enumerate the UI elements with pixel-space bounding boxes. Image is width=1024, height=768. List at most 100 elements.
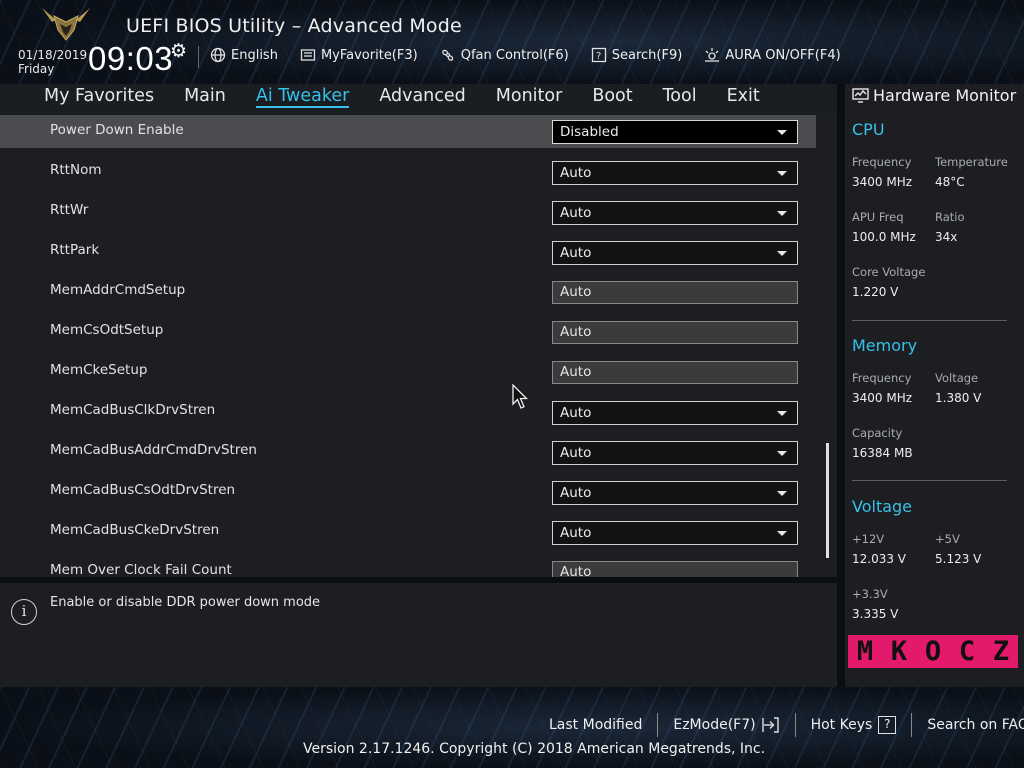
setting-row-memcadbusaddrcmddrvstren[interactable]: MemCadBusAddrCmdDrvStren Auto — [0, 435, 816, 475]
power-down-enable-dropdown[interactable]: Disabled — [552, 120, 798, 144]
mem-over-clock-fail-count-field[interactable]: Auto — [552, 561, 798, 577]
chevron-down-icon — [777, 130, 787, 135]
rttwr-dropdown[interactable]: Auto — [552, 201, 798, 225]
apu-freq-value: 100.0 MHz — [852, 230, 916, 244]
memcadbusclkdrvstren-dropdown[interactable]: Auto — [552, 401, 798, 425]
main-tab-bar: My Favorites Main Ai Tweaker Advanced Mo… — [0, 84, 837, 115]
memaddrcmdsetup-field[interactable]: Auto — [552, 281, 798, 304]
setting-row-power-down-enable[interactable]: Power Down Enable Disabled — [0, 115, 816, 148]
tab-my-favorites[interactable]: My Favorites — [44, 84, 154, 115]
tab-tool[interactable]: Tool — [663, 84, 697, 115]
setting-label: RttPark — [50, 242, 100, 258]
setting-row-memcsodtsetup[interactable]: MemCsOdtSetup Auto — [0, 315, 816, 355]
footer-divider — [794, 713, 796, 737]
ezmode-button[interactable]: EzMode(F7) — [673, 716, 779, 734]
memory-voltage-value: 1.380 V — [935, 391, 982, 405]
setting-row-mem-over-clock-fail-count[interactable]: Mem Over Clock Fail Count Auto — [0, 555, 816, 577]
memcadbuscsodtdrvstren-dropdown[interactable]: Auto — [552, 481, 798, 505]
memory-frequency-label: Frequency — [852, 371, 912, 385]
dropdown-value: Auto — [560, 485, 592, 501]
hot-keys-label: Hot Keys — [810, 717, 873, 733]
hardware-monitor-panel: Hardware Monitor CPU Frequency Temperatu… — [845, 84, 1024, 687]
setting-label: RttWr — [50, 202, 89, 218]
v5-label: +5V — [935, 532, 960, 546]
language-button[interactable]: English — [210, 47, 278, 63]
tab-main[interactable]: Main — [184, 84, 226, 115]
aura-toggle-button[interactable]: AURA ON/OFF(F4) — [704, 47, 841, 63]
core-voltage-value: 1.220 V — [852, 285, 899, 299]
watermark-letter: Z — [992, 636, 1010, 667]
help-key-icon: ? — [878, 716, 897, 734]
chevron-down-icon — [777, 411, 787, 416]
chevron-down-icon — [777, 491, 787, 496]
cpu-frequency-value: 3400 MHz — [852, 175, 913, 189]
rttnom-dropdown[interactable]: Auto — [552, 161, 798, 185]
chevron-down-icon — [777, 451, 787, 456]
myfavorite-label: MyFavorite(F3) — [320, 47, 418, 63]
memcadbuskedrvstren-dropdown[interactable]: Auto — [552, 521, 798, 545]
dropdown-value: Auto — [560, 245, 592, 261]
gear-icon[interactable]: ⚙ — [170, 40, 187, 62]
setting-label: MemCadBusAddrCmdDrvStren — [50, 442, 257, 458]
mouse-pointer-icon — [512, 384, 528, 409]
memcadbusaddrcmddrvstren-dropdown[interactable]: Auto — [552, 441, 798, 465]
tab-exit[interactable]: Exit — [727, 84, 760, 115]
hot-keys-button[interactable]: Hot Keys ? — [811, 716, 897, 734]
setting-row-memcadbuskedrvstren[interactable]: MemCadBusCkeDrvStren Auto — [0, 515, 816, 555]
setting-label: MemCadBusCkeDrvStren — [50, 522, 220, 538]
setting-label: MemAddrCmdSetup — [50, 282, 186, 298]
dropdown-value: Auto — [560, 205, 592, 221]
ratio-label: Ratio — [935, 210, 965, 224]
setting-row-memckesetup[interactable]: MemCkeSetup Auto — [0, 355, 816, 395]
help-text: Enable or disable DDR power down mode — [50, 595, 321, 610]
dropdown-value: Disabled — [560, 124, 619, 140]
footer-links: Last Modified EzMode(F7) Hot Keys ? Sear… — [549, 713, 1024, 737]
memcsodtsetup-field[interactable]: Auto — [552, 321, 798, 344]
capacity-label: Capacity — [852, 426, 903, 440]
setting-row-memcadbuscsodtdrvstren[interactable]: MemCadBusCsOdtDrvStren Auto — [0, 475, 816, 515]
cpu-temperature-value: 48°C — [935, 175, 965, 189]
hw-divider — [852, 480, 1007, 481]
date-display: 01/18/2019 Friday — [18, 48, 87, 76]
search-button[interactable]: ? Search(F9) — [591, 47, 682, 63]
v12-label: +12V — [852, 532, 885, 546]
last-modified-button[interactable]: Last Modified — [549, 717, 642, 733]
watermark-letter: O — [924, 636, 942, 667]
tab-ai-tweaker[interactable]: Ai Tweaker — [255, 84, 350, 108]
settings-panel: Power Down Enable Disabled RttNom Auto R… — [0, 115, 837, 577]
apu-freq-label: APU Freq — [852, 210, 904, 224]
setting-row-memaddrcmdsetup[interactable]: MemAddrCmdSetup Auto — [0, 275, 816, 315]
clock[interactable]: 09:03 — [88, 40, 173, 78]
hardware-monitor-title-text: Hardware Monitor — [873, 86, 1017, 105]
app-title: UEFI BIOS Utility – Advanced Mode — [126, 15, 462, 37]
rttpark-dropdown[interactable]: Auto — [552, 241, 798, 265]
settings-scrollbar[interactable] — [826, 443, 829, 558]
cpu-heading: CPU — [852, 120, 885, 139]
hw-divider — [852, 320, 1007, 321]
language-label: English — [231, 47, 278, 63]
setting-row-rttnom[interactable]: RttNom Auto — [0, 155, 816, 195]
setting-row-memcadbusclkdrvstren[interactable]: MemCadBusClkDrvStren Auto — [0, 395, 816, 435]
ratio-value: 34x — [935, 230, 958, 244]
ezmode-label: EzMode(F7) — [673, 717, 756, 733]
search-on-faq-button[interactable]: Search on FAQ — [927, 717, 1024, 733]
search-on-faq-label: Search on FAQ — [927, 717, 1024, 733]
tab-monitor[interactable]: Monitor — [496, 84, 563, 115]
header-divider — [198, 46, 199, 68]
version-text: Version 2.17.1246. Copyright (C) 2018 Am… — [303, 741, 766, 757]
memory-frequency-value: 3400 MHz — [852, 391, 913, 405]
tab-advanced[interactable]: Advanced — [379, 84, 465, 115]
setting-row-rttwr[interactable]: RttWr Auto — [0, 195, 816, 235]
myfavorite-button[interactable]: MyFavorite(F3) — [300, 47, 418, 63]
qfan-control-button[interactable]: Qfan Control(F6) — [440, 47, 569, 63]
memckesetup-field[interactable]: Auto — [552, 361, 798, 384]
last-modified-label: Last Modified — [549, 717, 643, 733]
info-icon: i — [11, 599, 37, 625]
watermark-letter: M — [856, 636, 874, 667]
monitor-icon — [852, 88, 869, 103]
setting-row-rttpark[interactable]: RttPark Auto — [0, 235, 816, 275]
setting-label: Power Down Enable — [50, 122, 184, 138]
date-text: 01/18/2019 — [18, 48, 88, 62]
svg-text:?: ? — [596, 51, 601, 62]
tab-boot[interactable]: Boot — [592, 84, 632, 115]
